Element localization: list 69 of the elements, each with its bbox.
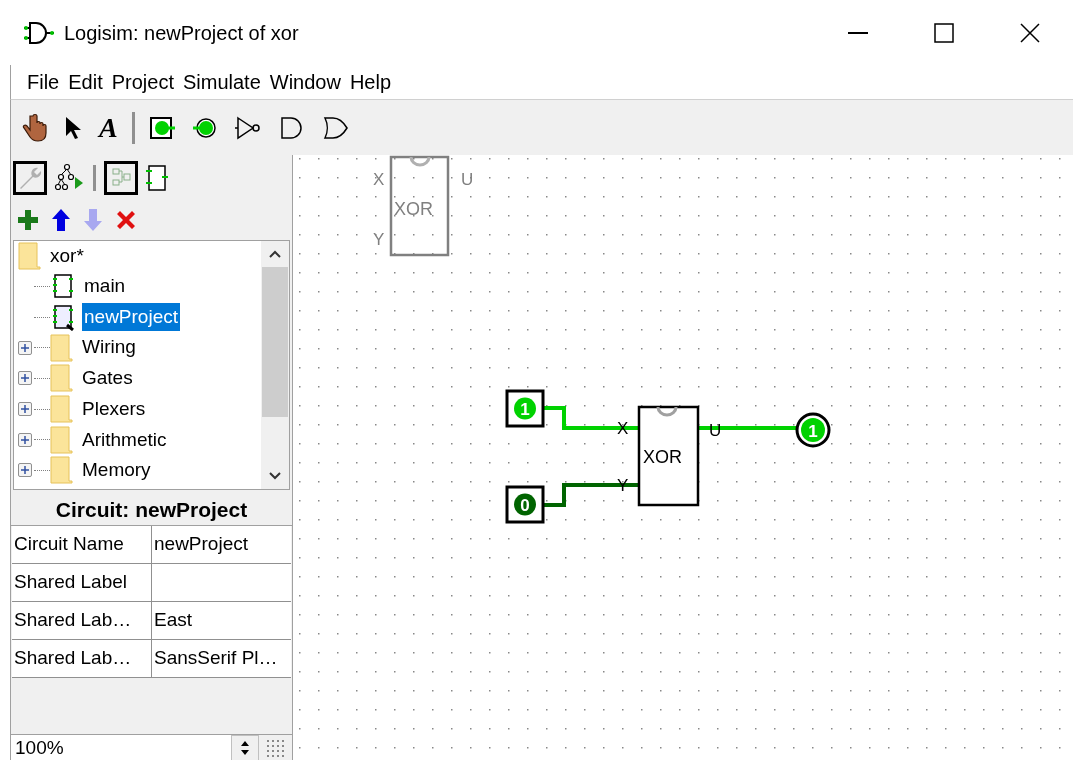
attribute-name: Shared Lab… <box>12 602 152 640</box>
expand-toggle[interactable] <box>18 402 32 417</box>
zoom-field[interactable]: 100% <box>11 734 231 760</box>
subcircuit[interactable] <box>637 405 700 507</box>
plus-icon <box>21 405 29 414</box>
delete-icon[interactable] <box>115 209 137 231</box>
text-tool-button[interactable]: A <box>99 113 118 142</box>
output-pin: 1 <box>795 412 831 448</box>
attribute-value[interactable]: SansSerif Pl… <box>152 640 291 678</box>
scrollbar[interactable] <box>261 241 289 489</box>
plus-icon <box>21 343 29 352</box>
plus-icon <box>21 466 29 475</box>
tree-item[interactable]: Gates <box>80 364 135 393</box>
input-pin-icon[interactable] <box>148 115 177 140</box>
component-label: XOR <box>643 447 682 467</box>
expand-toggle[interactable] <box>18 340 32 355</box>
menu-item[interactable]: Simulate <box>178 67 265 97</box>
output-pin-icon[interactable] <box>190 115 219 140</box>
circuit-icon <box>50 303 76 332</box>
expand-toggle[interactable] <box>18 371 32 386</box>
scroll-up-icon <box>268 249 282 259</box>
attribute-name: Shared Lab… <box>12 640 152 678</box>
port-label: U <box>461 170 474 189</box>
circuit-layout-button[interactable] <box>104 160 138 195</box>
plus-icon <box>21 374 29 383</box>
menu-item[interactable]: Edit <box>64 67 107 97</box>
attribute-name: Circuit Name <box>12 526 152 564</box>
attribute-value[interactable]: newProject <box>152 526 291 564</box>
plus-icon <box>21 435 29 444</box>
window-title: Logisim: newProject of xor <box>64 20 299 46</box>
attribute-value[interactable]: East <box>152 602 291 640</box>
add-icon[interactable] <box>17 209 39 231</box>
folder-icon <box>50 364 74 393</box>
tree-item[interactable]: xor* <box>50 241 84 271</box>
up-arrow-icon[interactable] <box>51 208 71 232</box>
scroll-down-icon <box>268 471 282 481</box>
folder-icon <box>50 333 74 362</box>
circuit-appearance-icon[interactable] <box>144 162 168 193</box>
minimize-icon <box>848 31 868 34</box>
input-pin[interactable]: 0 <box>505 485 545 524</box>
folder-icon <box>50 456 74 485</box>
tree-item[interactable]: main <box>82 272 128 301</box>
menu-item[interactable]: Project <box>107 67 178 97</box>
not-gate-icon[interactable] <box>232 114 263 141</box>
zoom-spinner[interactable] <box>231 734 259 760</box>
circuit-icon <box>50 272 76 301</box>
menu-item[interactable]: Window <box>265 67 345 97</box>
folder-icon <box>50 395 74 424</box>
expand-toggle[interactable] <box>18 463 32 478</box>
tree-item[interactable]: Memory <box>80 456 153 485</box>
menu-item[interactable]: File <box>23 67 64 97</box>
maximize-icon <box>934 22 954 43</box>
port-label: Y <box>373 230 385 249</box>
port-label: X <box>373 170 385 189</box>
component-label: XOR <box>394 199 433 219</box>
tree-item[interactable]: newProject <box>82 302 180 332</box>
edit-tools-button[interactable] <box>13 160 47 195</box>
tree-item[interactable]: Wiring <box>80 333 138 362</box>
folder-icon <box>18 242 42 270</box>
close-icon <box>1020 22 1040 43</box>
expand-toggle[interactable] <box>18 432 32 447</box>
simulation-tree-icon[interactable] <box>53 162 85 193</box>
tree-item[interactable]: Plexers <box>80 394 148 424</box>
menu-item[interactable]: Help <box>345 67 396 97</box>
tree-item[interactable]: Arithmetic <box>80 425 169 455</box>
app-logo-icon <box>22 19 56 46</box>
attribute-name: Shared Label <box>12 564 152 602</box>
folder-icon <box>50 425 74 454</box>
grip-icon <box>265 737 287 758</box>
